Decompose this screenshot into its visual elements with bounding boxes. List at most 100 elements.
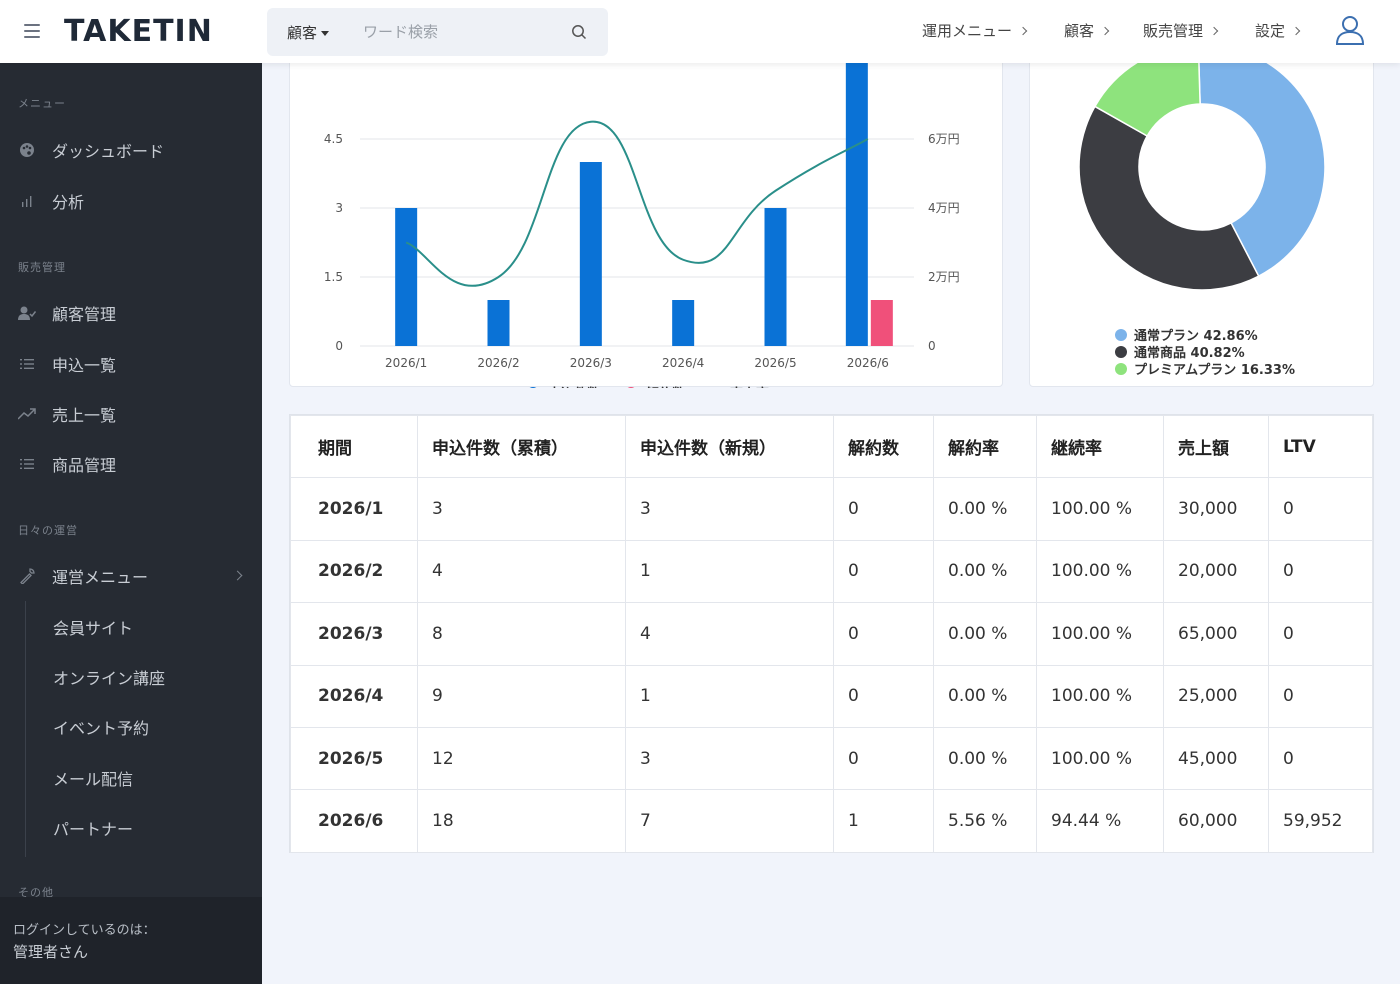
- table-row: 2026/1 3 3 0 0.00 % 100.00 % 30,000 0: [290, 477, 1373, 541]
- cell-sales: 30,000: [1163, 477, 1269, 541]
- cell-period: 2026/6: [290, 789, 418, 853]
- cell-total-applications: 3: [417, 477, 626, 541]
- nav-sales-management[interactable]: 販売管理: [1143, 20, 1219, 41]
- cell-sales: 20,000: [1163, 539, 1269, 604]
- sidebar-subitem-online-course[interactable]: オンライン講座: [53, 665, 165, 689]
- sidebar-item-label: 運営メニュー: [52, 568, 149, 587]
- sidebar-item-analysis[interactable]: 分析: [0, 181, 262, 221]
- cell-ltv: 0: [1268, 726, 1373, 791]
- search-category-select[interactable]: 顧客: [287, 22, 330, 43]
- col-header-cancellations: 解約数: [833, 414, 934, 479]
- taketin-logo[interactable]: TAKETIN: [64, 14, 213, 49]
- cell-sales: 25,000: [1163, 664, 1269, 728]
- sidebar-item-operations-menu[interactable]: 運営メニュー: [0, 556, 262, 596]
- table-row: 2026/5 12 3 0 0.00 % 100.00 % 45,000 0: [290, 726, 1373, 791]
- trend-icon: [18, 405, 36, 423]
- chevron-right-icon: [1291, 26, 1301, 35]
- cell-cancel-rate: 5.56 %: [933, 789, 1037, 853]
- sidebar-subitem-member-site[interactable]: 会員サイト: [53, 615, 133, 639]
- nav-label: 運用メニュー: [922, 22, 1013, 40]
- cell-retention-rate: 100.00 %: [1036, 602, 1164, 666]
- palette-icon: [18, 141, 36, 159]
- table-row: 2026/6 18 7 1 5.56 % 94.44 % 60,000 59,952: [290, 789, 1373, 853]
- y-right-tick-label: 4万円: [928, 201, 960, 215]
- donut-chart: 通常プラン 42.86%通常商品 40.82% プレミアムプラン 16.33%: [1078, 63, 1326, 378]
- list-icon: [18, 455, 36, 473]
- cell-cancellations: 0: [833, 539, 934, 604]
- col-header-new-applications: 申込件数（新規）: [625, 414, 834, 479]
- logo-text: TAKETIN: [64, 14, 213, 49]
- cell-ltv: 0: [1268, 602, 1373, 666]
- cell-total-applications: 8: [417, 602, 626, 666]
- cell-cancel-rate: 0.00 %: [933, 602, 1037, 666]
- x-tick-label: 2026/5: [754, 356, 796, 370]
- y-left-tick-label: 4.5: [324, 132, 343, 146]
- bar-applications: [395, 208, 418, 346]
- search-bar: 顧客: [267, 8, 608, 56]
- bar-applications: [487, 300, 510, 346]
- sidebar-item-label: 顧客管理: [52, 305, 117, 324]
- sidebar-item-label: ダッシュボード: [52, 142, 165, 161]
- y-left-tick-label: 3: [335, 201, 343, 215]
- sidebar-item-label: 分析: [52, 193, 85, 212]
- donut-slice: [1078, 105, 1260, 291]
- sidebar-subitem-partner[interactable]: パートナー: [53, 816, 133, 840]
- chevron-right-icon: [1209, 26, 1219, 35]
- cell-sales: 45,000: [1163, 726, 1269, 791]
- user-account-icon[interactable]: [1334, 14, 1366, 46]
- cell-new-applications: 1: [625, 539, 834, 604]
- cell-cancellations: 0: [833, 664, 934, 728]
- sidebar-item-dashboard[interactable]: ダッシュボード: [0, 130, 262, 170]
- y-right-tick-label: 6万円: [928, 132, 960, 146]
- cell-ltv: 0: [1268, 664, 1373, 728]
- chevron-right-icon: [1100, 26, 1110, 35]
- search-input[interactable]: [363, 18, 563, 46]
- summary-table-card: 期間 申込件数（累積） 申込件数（新規） 解約数 解約率 継続率 売上額 LTV…: [289, 414, 1374, 853]
- sidebar-item-customer-management[interactable]: 顧客管理: [0, 293, 262, 333]
- sidebar-subitem-mail-delivery[interactable]: メール配信: [53, 766, 133, 790]
- top-header: TAKETIN 顧客 運用メニュー 顧客 販売管理 設定: [0, 0, 1400, 63]
- donut-legend-label: プレミアムプラン 16.33%: [1134, 363, 1295, 378]
- bar-applications: [764, 208, 787, 346]
- legend-label-cancellations: 解約数: [645, 386, 686, 388]
- bar-applications: [845, 63, 868, 346]
- donut-legend-marker: [1115, 363, 1127, 375]
- cell-sales: 65,000: [1163, 602, 1269, 666]
- cell-period: 2026/1: [290, 477, 418, 541]
- nav-settings[interactable]: 設定: [1255, 20, 1301, 41]
- hamburger-menu-icon[interactable]: [24, 24, 40, 38]
- cell-retention-rate: 100.00 %: [1036, 539, 1164, 604]
- cell-period: 2026/3: [290, 602, 418, 666]
- sidebar-section-daily: 日々の運営: [18, 524, 78, 537]
- sidebar-item-label: 申込一覧: [52, 356, 117, 375]
- table-row: 2026/2 4 1 0 0.00 % 100.00 % 20,000 0: [290, 539, 1373, 604]
- cell-cancel-rate: 0.00 %: [933, 477, 1037, 541]
- search-icon[interactable]: [571, 24, 587, 40]
- sidebar-item-product-management[interactable]: 商品管理: [0, 444, 262, 484]
- list-icon: [18, 355, 36, 373]
- x-tick-label: 2026/2: [477, 356, 519, 370]
- bar-applications: [672, 300, 695, 346]
- sidebar-section-sales: 販売管理: [18, 261, 66, 274]
- sidebar-subitem-event-booking[interactable]: イベント予約: [53, 715, 149, 739]
- legend-label-sales: 売上高: [730, 386, 769, 388]
- combo-chart: 0 0 1.5 2万円 3 4万円 4.5 6万円 2026/1 2026/2 2026/3 2026…: [324, 63, 960, 402]
- cell-retention-rate: 94.44 %: [1036, 789, 1164, 853]
- cell-total-applications: 4: [417, 539, 626, 604]
- cell-retention-rate: 100.00 %: [1036, 726, 1164, 791]
- sidebar-item-label: 売上一覧: [52, 406, 117, 425]
- nav-operations-menu[interactable]: 運用メニュー: [922, 20, 1028, 41]
- submenu-guide-line: [25, 601, 26, 857]
- bar-cancellations: [870, 300, 893, 346]
- cell-ltv: 0: [1268, 477, 1373, 541]
- sidebar-item-sales-list[interactable]: 売上一覧: [0, 394, 262, 434]
- cell-period: 2026/4: [290, 664, 418, 728]
- bar-chart-icon: [18, 192, 36, 210]
- cell-sales: 60,000: [1163, 789, 1269, 853]
- cell-cancel-rate: 0.00 %: [933, 726, 1037, 791]
- sidebar-item-application-list[interactable]: 申込一覧: [0, 344, 262, 384]
- y-left-tick-label: 0: [335, 339, 343, 353]
- wrench-icon: [18, 567, 36, 585]
- cell-cancel-rate: 0.00 %: [933, 539, 1037, 604]
- nav-customers[interactable]: 顧客: [1064, 20, 1110, 41]
